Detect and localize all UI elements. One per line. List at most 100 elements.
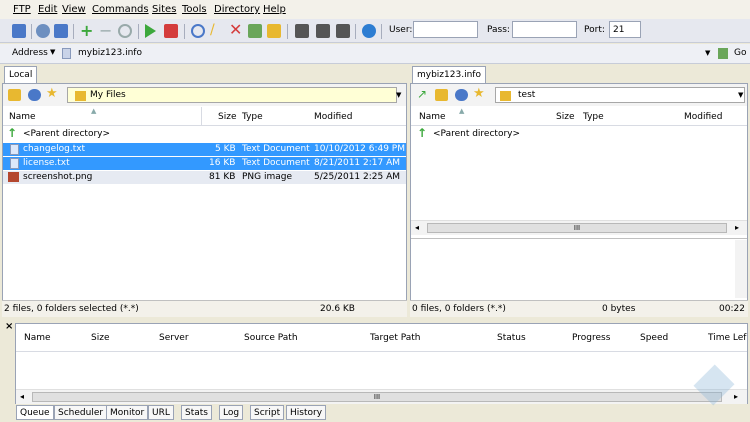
menu-directory[interactable]: Directory xyxy=(214,4,260,15)
queue-col-name[interactable]: Name xyxy=(24,333,51,343)
connect-plus-icon[interactable]: + xyxy=(80,21,94,40)
search-icon[interactable] xyxy=(191,24,205,38)
find-next-icon[interactable] xyxy=(316,24,330,38)
delete-icon[interactable]: ✕ xyxy=(229,20,243,39)
scroll-thumb[interactable]: III xyxy=(427,223,727,233)
address-dropdown-icon[interactable]: ▼ xyxy=(705,49,710,57)
local-path-input[interactable]: My Files xyxy=(67,87,397,103)
queue-col-progress[interactable]: Progress xyxy=(572,333,610,343)
refresh-folder-icon[interactable] xyxy=(28,89,41,101)
scroll-thumb[interactable]: III xyxy=(32,392,722,402)
up-folder-icon[interactable] xyxy=(8,89,21,101)
remote-path-dropdown-icon[interactable]: ▼ xyxy=(738,91,743,99)
pass-input[interactable] xyxy=(512,21,577,38)
tab-log[interactable]: Log xyxy=(219,405,244,420)
col-size[interactable]: Size xyxy=(218,112,236,122)
queue-horizontal-scrollbar[interactable]: ◂ III ▸ xyxy=(16,389,747,404)
local-path-dropdown-icon[interactable]: ▼ xyxy=(396,91,401,99)
favorites-star-icon[interactable]: ★ xyxy=(473,86,485,101)
queue-col-speed[interactable]: Speed xyxy=(640,333,668,343)
menu-sites[interactable]: Sites xyxy=(152,4,176,15)
remote-vertical-scrollbar[interactable] xyxy=(735,240,747,298)
site-manager-icon[interactable] xyxy=(12,24,26,38)
scroll-right-icon[interactable]: ▸ xyxy=(735,223,739,232)
stop-icon[interactable] xyxy=(164,24,178,38)
binoculars-icon[interactable] xyxy=(295,24,309,38)
globe-icon[interactable] xyxy=(362,24,376,38)
col-name[interactable]: Name xyxy=(419,112,446,122)
queue-col-size[interactable]: Size xyxy=(91,333,109,343)
table-row[interactable]: license.txt 16 KB Text Document 8/21/201… xyxy=(3,157,406,170)
tab-script[interactable]: Script xyxy=(250,405,285,420)
col-modified[interactable]: Modified xyxy=(684,112,722,122)
tab-queue[interactable]: Queue xyxy=(16,405,54,420)
col-modified[interactable]: Modified xyxy=(314,112,352,122)
find-prev-icon[interactable] xyxy=(336,24,350,38)
port-input[interactable]: 21 xyxy=(609,21,641,38)
tab-scheduler[interactable]: Scheduler xyxy=(54,405,108,420)
tab-local[interactable]: Local xyxy=(4,66,38,83)
scroll-left-icon[interactable]: ◂ xyxy=(20,392,24,401)
window-icon[interactable] xyxy=(54,24,68,38)
menu-commands[interactable]: Commands xyxy=(92,4,149,15)
close-icon[interactable]: × xyxy=(5,321,13,332)
refresh-icon[interactable] xyxy=(118,24,132,38)
menu-edit[interactable]: Edit xyxy=(38,4,57,15)
address-input[interactable]: mybiz123.info xyxy=(78,48,142,58)
tab-monitor[interactable]: Monitor xyxy=(106,405,149,420)
disconnect-minus-icon[interactable]: − xyxy=(99,21,113,40)
scroll-left-icon[interactable]: ◂ xyxy=(415,223,419,232)
tab-remote-site[interactable]: mybiz123.info xyxy=(412,66,486,83)
file-size: 16 KB xyxy=(209,158,236,168)
favorites-star-icon[interactable]: ★ xyxy=(46,86,58,101)
remote-path-input[interactable]: test xyxy=(495,87,745,103)
address-bar: Address ▼ mybiz123.info ▼ Go xyxy=(0,44,750,64)
toolbar-separator xyxy=(287,24,288,39)
menu-view[interactable]: View xyxy=(62,4,86,15)
col-type[interactable]: Type xyxy=(242,112,263,122)
menu-help[interactable]: Help xyxy=(263,4,286,15)
pencil-icon[interactable]: / xyxy=(210,22,224,38)
address-label[interactable]: Address xyxy=(12,48,48,58)
tab-history[interactable]: History xyxy=(286,405,327,420)
compare-icon[interactable] xyxy=(248,24,262,38)
queue-col-status[interactable]: Status xyxy=(497,333,526,343)
new-folder-icon[interactable] xyxy=(267,24,281,38)
go-icon[interactable] xyxy=(718,48,728,59)
connect-arrow-icon[interactable]: ↗ xyxy=(417,87,427,101)
up-folder-icon[interactable] xyxy=(435,89,448,101)
settings-icon[interactable] xyxy=(36,24,50,38)
play-icon[interactable] xyxy=(145,24,156,38)
list-item[interactable]: ↑ <Parent directory> xyxy=(411,126,747,141)
remote-column-header: Name ▲ Size Type Modified xyxy=(411,107,747,126)
queue-column-header: Name Size Server Source Path Target Path… xyxy=(16,324,747,352)
refresh-folder-icon[interactable] xyxy=(455,89,468,101)
table-row[interactable]: changelog.txt 5 KB Text Document 10/10/2… xyxy=(3,143,406,156)
queue-col-time-left[interactable]: Time Lef xyxy=(708,333,746,343)
user-input[interactable] xyxy=(413,21,478,38)
col-name[interactable]: Name xyxy=(9,112,36,122)
folder-icon xyxy=(500,91,511,101)
scroll-grip: III xyxy=(373,393,381,401)
queue-col-target-path[interactable]: Target Path xyxy=(370,333,420,343)
chevron-down-icon[interactable]: ▼ xyxy=(50,48,55,56)
scroll-grip: III xyxy=(573,224,581,232)
col-size[interactable]: Size xyxy=(556,112,574,122)
file-name: changelog.txt xyxy=(23,144,86,154)
file-modified: 8/21/2011 2:17 AM xyxy=(314,158,401,168)
go-button[interactable]: Go xyxy=(734,48,746,58)
remote-horizontal-scrollbar[interactable]: ◂ III ▸ xyxy=(411,220,747,235)
menu-tools[interactable]: Tools xyxy=(182,4,207,15)
local-path-text: My Files xyxy=(90,90,126,100)
tab-stats[interactable]: Stats xyxy=(181,405,212,420)
remote-log-area xyxy=(411,238,747,298)
list-item[interactable]: ↑ <Parent directory> xyxy=(3,126,406,141)
col-type[interactable]: Type xyxy=(583,112,604,122)
image-file-icon xyxy=(8,172,19,182)
queue-col-source-path[interactable]: Source Path xyxy=(244,333,298,343)
queue-col-server[interactable]: Server xyxy=(159,333,189,343)
table-row[interactable]: screenshot.png 81 KB PNG image 5/25/2011… xyxy=(3,171,406,184)
scroll-right-icon[interactable]: ▸ xyxy=(734,392,738,401)
tab-url[interactable]: URL xyxy=(148,405,174,420)
menu-ftp[interactable]: FTP xyxy=(13,4,31,15)
